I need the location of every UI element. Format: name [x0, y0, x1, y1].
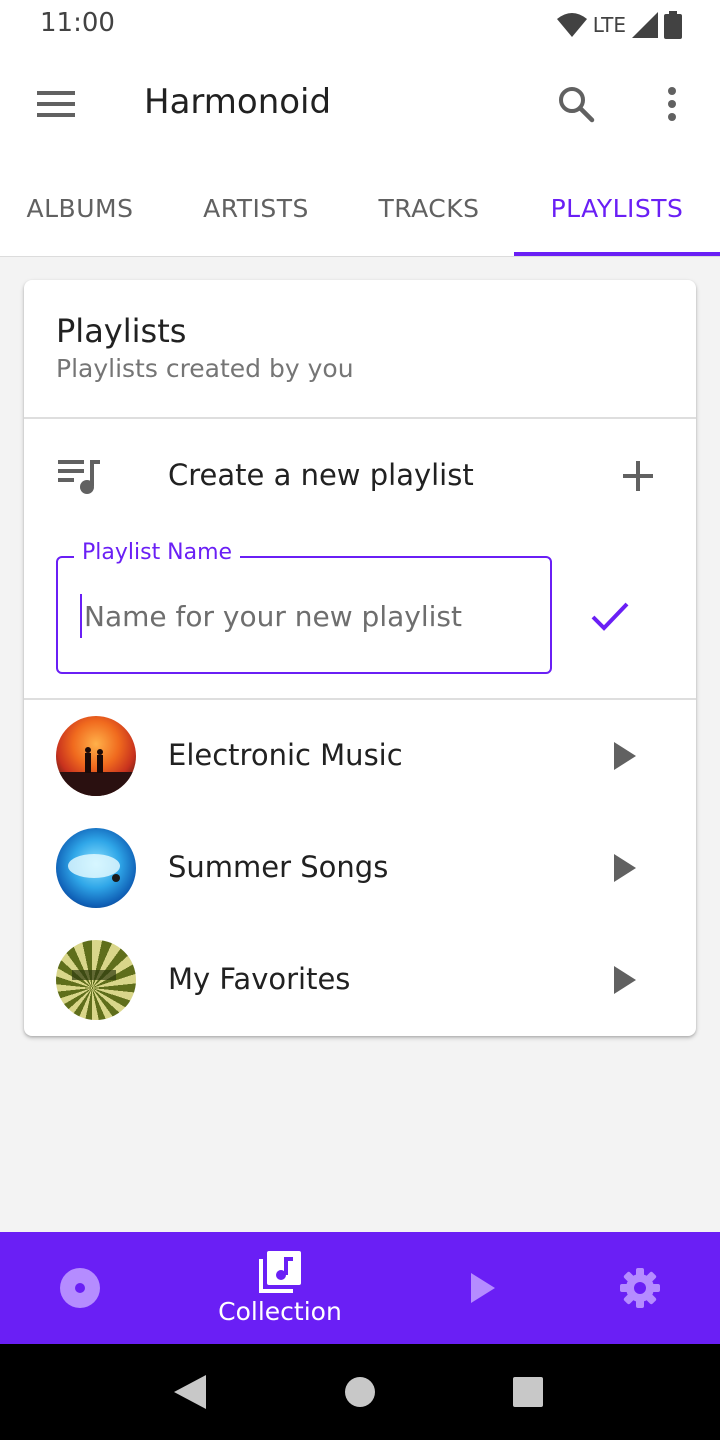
list-item[interactable]: Electronic Music: [24, 700, 696, 812]
playlist-name-label: Playlist Name: [74, 540, 241, 565]
green-sunburst-art: [72, 970, 116, 980]
play-icon: [471, 1273, 495, 1303]
system-home-button[interactable]: [340, 1372, 380, 1412]
nav-player[interactable]: [442, 1232, 522, 1344]
system-recents-button[interactable]: [508, 1372, 548, 1412]
sunset-couple-art: [56, 747, 136, 796]
search-icon: [559, 87, 595, 123]
playlist-name: My Favorites: [168, 962, 351, 996]
card-subtitle: Playlists created by you: [56, 354, 354, 383]
play-playlist-button[interactable]: [600, 956, 648, 1004]
check-icon: [591, 602, 629, 631]
bottom-navigation: Collection: [0, 1232, 720, 1344]
library-music-icon: [259, 1250, 301, 1293]
playlists-card: Playlists Playlists created by you Creat…: [24, 280, 696, 1036]
play-playlist-button[interactable]: [600, 844, 648, 892]
tab-indicator: [514, 252, 720, 256]
playlist-cover: [56, 716, 136, 796]
playlist-cover: [56, 828, 136, 908]
home-circle-icon: [345, 1377, 375, 1407]
menu-button[interactable]: [28, 80, 84, 128]
playlist-name: Electronic Music: [168, 738, 403, 772]
playlist-name-field[interactable]: Playlist Name: [56, 540, 552, 674]
more-options-button[interactable]: [648, 78, 696, 130]
status-time: 11:00: [40, 8, 115, 38]
add-playlist-button[interactable]: [614, 452, 662, 500]
back-triangle-icon: [174, 1375, 206, 1409]
create-playlist-row[interactable]: Create a new playlist: [24, 420, 696, 532]
tab-albums[interactable]: ALBUMS: [0, 160, 160, 256]
play-icon: [614, 742, 636, 770]
tab-bar: ALBUMS ARTISTS TRACKS PLAYLISTS: [0, 160, 720, 257]
menu-icon: [37, 91, 75, 117]
create-playlist-label: Create a new playlist: [168, 458, 474, 492]
nav-collection[interactable]: Collection: [200, 1232, 360, 1344]
list-item[interactable]: Summer Songs: [24, 812, 696, 924]
card-title: Playlists: [56, 312, 187, 350]
nav-collection-label: Collection: [218, 1296, 342, 1326]
recents-square-icon: [513, 1377, 543, 1407]
nav-settings[interactable]: [600, 1232, 680, 1344]
status-bar: 11:00 LTE: [0, 0, 720, 50]
tab-tracks[interactable]: TRACKS: [346, 160, 512, 256]
playlist-cover: [56, 940, 136, 1020]
battery-icon: [664, 11, 682, 39]
confirm-button[interactable]: [584, 592, 636, 640]
nav-now-playing[interactable]: [40, 1232, 120, 1344]
cell-signal-icon: [632, 12, 658, 38]
tab-artists[interactable]: ARTISTS: [174, 160, 338, 256]
system-back-button[interactable]: [170, 1372, 210, 1412]
add-icon: [623, 461, 653, 491]
play-icon: [614, 966, 636, 994]
divider: [24, 417, 696, 419]
playlist-music-icon: [58, 460, 100, 494]
app-bar: Harmonoid: [0, 50, 720, 160]
app-title: Harmonoid: [144, 82, 332, 122]
settings-gear-icon: [620, 1268, 660, 1308]
blue-cloud-art: [68, 854, 120, 882]
album-disc-icon: [60, 1268, 100, 1308]
list-item[interactable]: My Favorites: [24, 924, 696, 1036]
play-playlist-button[interactable]: [600, 732, 648, 780]
play-icon: [614, 854, 636, 882]
playlist-name: Summer Songs: [168, 850, 389, 884]
tab-playlists[interactable]: PLAYLISTS: [514, 160, 720, 256]
wifi-icon: [556, 13, 587, 37]
playlist-name-input[interactable]: [80, 594, 540, 638]
status-icons: LTE: [551, 10, 682, 40]
more-vert-icon: [668, 87, 676, 121]
network-type-label: LTE: [592, 13, 626, 37]
system-navigation: [0, 1344, 720, 1440]
search-button[interactable]: [548, 78, 604, 130]
